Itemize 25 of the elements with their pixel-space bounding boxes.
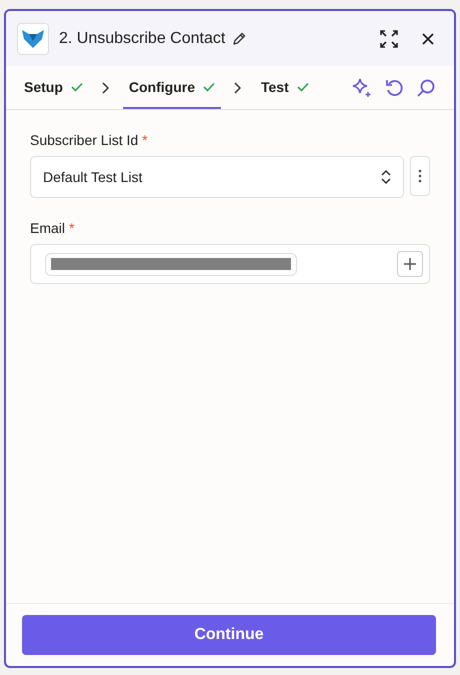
close-icon[interactable] [422, 32, 434, 44]
required-marker: * [142, 132, 148, 148]
edit-icon[interactable] [232, 32, 246, 46]
step-tab[interactable]: Test [255, 66, 315, 109]
chevron-icon [233, 82, 241, 94]
step-tab[interactable]: Configure [122, 66, 221, 109]
step-title: 2. Unsubscribe Contact [59, 30, 226, 48]
search-icon[interactable] [416, 78, 436, 98]
expand-icon[interactable] [380, 30, 398, 48]
required-marker: * [69, 220, 74, 236]
more-icon [418, 169, 422, 183]
field-label: Subscriber List Id [30, 132, 138, 148]
value-chip[interactable] [45, 252, 297, 276]
app-logo [17, 22, 49, 54]
continue-button[interactable]: Continue [22, 615, 436, 655]
step-tab[interactable]: Setup [18, 66, 89, 109]
add-button[interactable] [397, 251, 423, 277]
list-select[interactable]: Default Test List [30, 156, 404, 198]
chevron-icon [100, 82, 109, 94]
up-down-chevron-icon [381, 169, 391, 185]
sparkle-icon[interactable] [352, 78, 372, 98]
field-label: Email [30, 220, 66, 236]
plus-icon [403, 257, 417, 271]
email-field[interactable] [30, 244, 430, 284]
undo-icon[interactable] [384, 78, 404, 98]
